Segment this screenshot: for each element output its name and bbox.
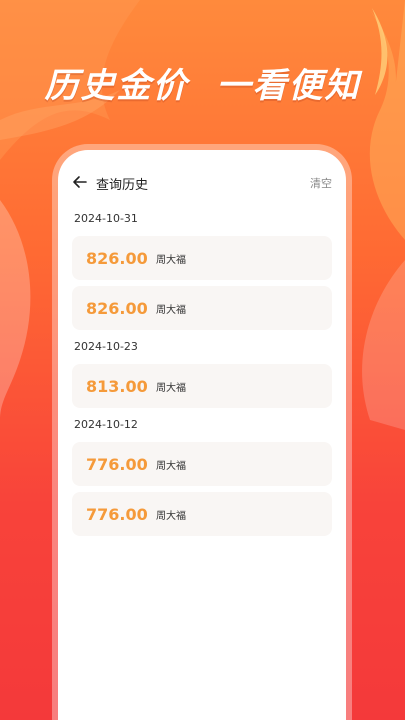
item-brand: 周大福: [156, 460, 186, 472]
group-date: 2024-10-23: [74, 340, 138, 353]
group-date: 2024-10-12: [74, 418, 138, 431]
phone-screen: 查询历史 清空 2024-10-31 826.00 周大福 826.00 周大福…: [58, 150, 346, 720]
history-group: 2024-10-23 813.00 周大福: [72, 340, 332, 408]
item-price: 776.00: [86, 454, 148, 474]
item-price: 826.00: [86, 298, 148, 318]
group-date: 2024-10-31: [74, 212, 138, 225]
history-list: 2024-10-31 826.00 周大福 826.00 周大福 2024-10…: [72, 212, 332, 546]
item-brand: 周大福: [156, 382, 186, 394]
headline-banner: 历史金价 一看便知: [0, 58, 405, 107]
history-item[interactable]: 776.00 周大福: [72, 442, 332, 486]
item-price: 826.00: [86, 248, 148, 268]
history-item[interactable]: 826.00 周大福: [72, 236, 332, 280]
history-item[interactable]: 776.00 周大福: [72, 492, 332, 536]
headline-part-2: 一看便知: [216, 66, 361, 106]
top-bar: 查询历史 清空: [58, 168, 346, 198]
item-price: 776.00: [86, 504, 148, 524]
history-item[interactable]: 813.00 周大福: [72, 364, 332, 408]
item-brand: 周大福: [156, 254, 186, 266]
clear-button[interactable]: 清空: [310, 175, 332, 191]
item-brand: 周大福: [156, 304, 186, 316]
history-group: 2024-10-12 776.00 周大福 776.00 周大福: [72, 418, 332, 536]
history-item[interactable]: 826.00 周大福: [72, 286, 332, 330]
history-group: 2024-10-31 826.00 周大福 826.00 周大福: [72, 212, 332, 330]
item-brand: 周大福: [156, 510, 186, 522]
back-arrow-icon[interactable]: [70, 172, 90, 192]
headline-part-1: 历史金价: [44, 66, 189, 106]
item-price: 813.00: [86, 376, 148, 396]
page-title: 查询历史: [96, 178, 149, 193]
